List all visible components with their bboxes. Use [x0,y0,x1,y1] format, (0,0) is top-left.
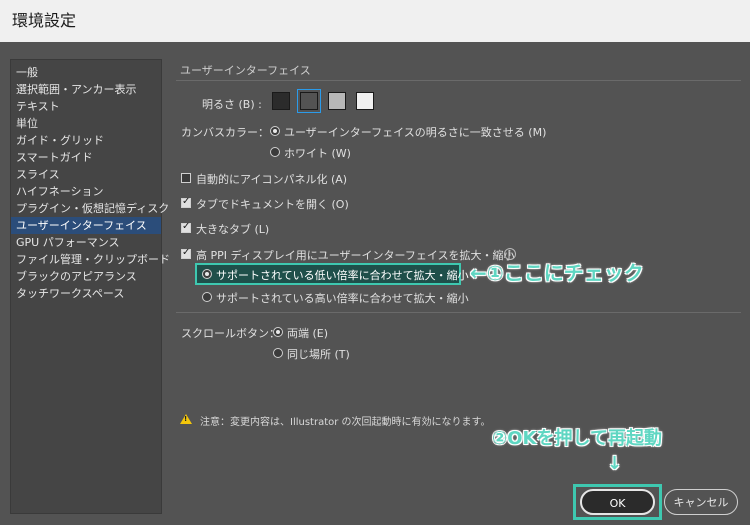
annotation-check-here: ←①ここにチェック [470,261,644,285]
sidebar-item-file-handling[interactable]: ファイル管理・クリップボード [11,251,170,268]
annotation-arrow-down: ↓ [607,453,623,474]
sidebar-item-plugins-scratch-disks[interactable]: プラグイン・仮想記憶ディスク [11,200,169,217]
open-in-tabs-label[interactable]: タブでドキュメントを開く (O) [196,196,349,212]
scroll-both-ends-radio[interactable] [273,327,283,337]
canvas-color-label: カンバスカラー： [181,126,269,139]
scale-higher-label[interactable]: サポートされている高い倍率に合わせて拡大・縮小 [216,290,469,306]
section-title: ユーザーインターフェイス [180,64,311,77]
sidebar-item-slices[interactable]: スライス [11,166,161,183]
scroll-together-label[interactable]: 同じ場所 (T) [287,346,350,362]
large-tabs-label[interactable]: 大きなタブ (L) [196,221,269,237]
section-divider [176,80,741,81]
sidebar-item-text[interactable]: テキスト [11,98,161,115]
scale-lower-label[interactable]: サポートされている低い倍率に合わせて拡大・縮小 [216,267,469,283]
brightness-swatch-medium-dark[interactable] [300,92,318,110]
hi-ppi-scaling-label[interactable]: 高 PPI ディスプレイ用にユーザーインターフェイスを拡大・縮小 [196,247,515,263]
scroll-both-ends-label[interactable]: 両端 (E) [287,325,328,341]
sidebar-item-touch-workspace[interactable]: タッチワークスペース [11,285,161,302]
sidebar-item-user-interface[interactable]: ユーザーインターフェイス [11,217,161,234]
brightness-swatch-medium-light[interactable] [328,92,346,110]
window-title: 環境設定 [12,11,77,30]
sidebar: 一般 選択範囲・アンカー表示 テキスト 単位 ガイド・グリッド スマートガイド … [10,59,170,514]
auto-collapse-label[interactable]: 自動的にアイコンパネル化 (A) [196,171,347,187]
sidebar-item-selection-anchor[interactable]: 選択範囲・アンカー表示 [11,81,161,98]
scroll-together-radio[interactable] [273,348,283,358]
hi-ppi-scaling-checkbox[interactable] [181,247,191,259]
brightness-label: 明るさ (B) : [202,98,262,111]
sidebar-item-guides-grid[interactable]: ガイド・グリッド [11,132,161,149]
sidebar-item-gpu-performance[interactable]: GPU パフォーマンス [11,234,161,251]
sidebar-item-units[interactable]: 単位 [11,115,161,132]
scale-lower-radio[interactable] [202,269,212,279]
open-in-tabs-checkbox[interactable] [181,196,191,208]
sidebar-item-black-appearance[interactable]: ブラックのアピアランス [11,268,161,285]
annotation-press-ok: ②OKを押して再起動 [492,428,662,449]
ok-button[interactable]: OK [580,489,655,515]
canvas-color-match-radio[interactable] [270,126,280,136]
restart-note: 注意：変更内容は、Illustrator の次回起動時に有効になります。 [200,417,491,428]
warning-icon [180,414,192,424]
canvas-color-match-label[interactable]: ユーザーインターフェイスの明るさに一致させる (M) [284,124,546,140]
brightness-swatch-light[interactable] [356,92,374,110]
sidebar-item-general[interactable]: 一般 [11,64,161,81]
auto-collapse-checkbox[interactable] [181,173,191,183]
section-divider-2 [176,312,741,313]
sidebar-item-smart-guides[interactable]: スマートガイド [11,149,161,166]
canvas-color-white-label[interactable]: ホワイト (W) [284,145,351,161]
sidebar-item-hyphenation[interactable]: ハイフネーション [11,183,161,200]
cancel-button[interactable]: キャンセル [664,489,738,515]
large-tabs-checkbox[interactable] [181,221,191,233]
title-bar: 環境設定 [0,0,750,42]
brightness-swatch-dark[interactable] [272,92,290,110]
scale-higher-radio[interactable] [202,292,212,302]
scroll-buttons-label: スクロールボタン： [181,327,280,340]
canvas-color-white-radio[interactable] [270,147,280,157]
